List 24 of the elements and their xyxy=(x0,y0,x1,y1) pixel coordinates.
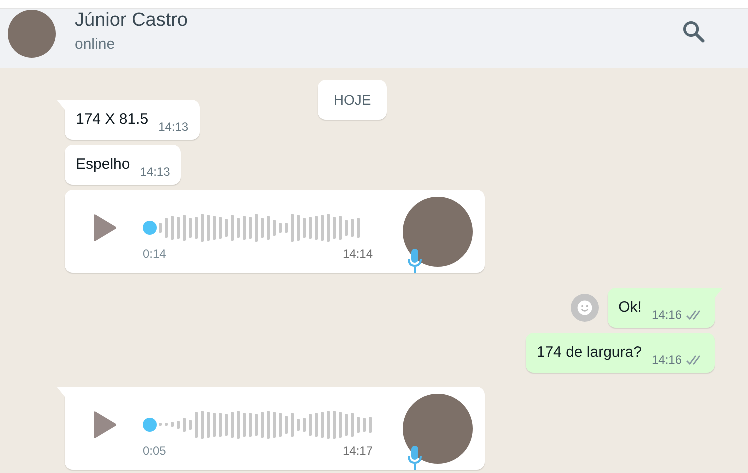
smiley-icon[interactable] xyxy=(570,294,599,322)
message-text: Espelho xyxy=(76,155,130,175)
voice-duration: 0:05 xyxy=(143,444,166,458)
voice-duration: 0:14 xyxy=(143,246,166,260)
microphone-icon xyxy=(408,446,422,470)
play-icon[interactable] xyxy=(93,214,117,242)
message-text: 174 de largura? xyxy=(536,343,642,363)
message-time: 14:16 xyxy=(652,353,682,367)
message-time: 14:16 xyxy=(652,308,682,322)
microphone-icon xyxy=(408,248,422,272)
progress-handle[interactable] xyxy=(143,418,157,432)
message-time: 14:13 xyxy=(140,165,170,179)
date-label: HOJE xyxy=(318,80,388,120)
message-time: 14:17 xyxy=(342,444,373,458)
message-text: Ok! xyxy=(618,298,642,318)
message-time: 14:14 xyxy=(342,246,373,260)
progress-handle[interactable] xyxy=(143,220,157,234)
contact-name[interactable]: Júnior Castro xyxy=(75,10,188,32)
search-icon[interactable] xyxy=(681,18,707,44)
message-time: 14:13 xyxy=(158,120,189,134)
contact-status: online xyxy=(75,36,116,53)
avatar[interactable] xyxy=(8,10,56,58)
play-icon[interactable] xyxy=(93,410,117,438)
message-text: 174 X 81.5 xyxy=(76,110,149,130)
